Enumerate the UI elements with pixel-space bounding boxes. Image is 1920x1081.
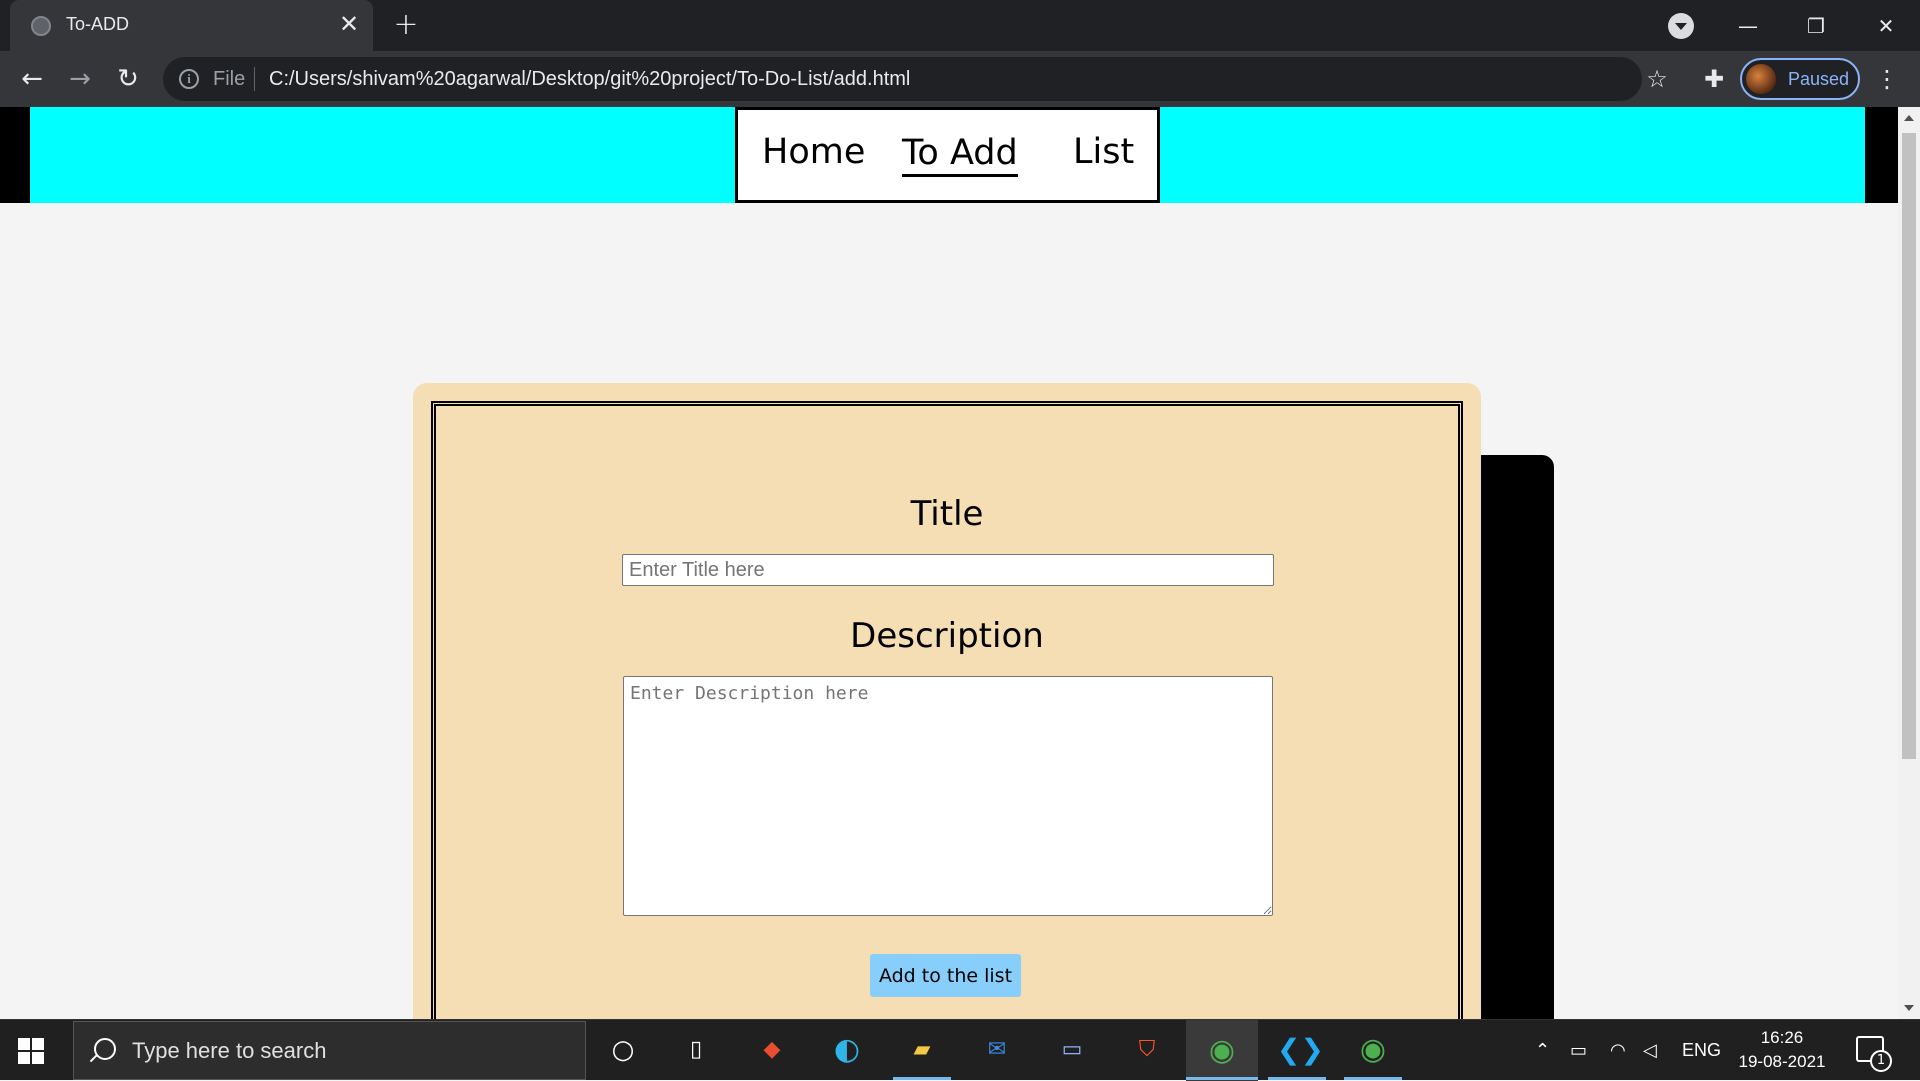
add-todo-card: Title Description Add to the list bbox=[413, 383, 1481, 1019]
notification-count-badge: 1 bbox=[1870, 1050, 1892, 1072]
taskbar-search-box[interactable]: Type here to search bbox=[73, 1021, 586, 1080]
scroll-thumb[interactable] bbox=[1902, 133, 1916, 759]
taskbar-clock[interactable]: 16:26 19-08-2021 bbox=[1728, 1026, 1836, 1074]
profile-status: Paused bbox=[1788, 69, 1850, 89]
profile-button[interactable]: Paused bbox=[1740, 58, 1860, 100]
url-text[interactable]: C:/Users/shivam%20agarwal/Desktop/git%20… bbox=[269, 68, 910, 91]
cortana-icon[interactable]: ○ bbox=[603, 1030, 643, 1070]
nav-to-add-link[interactable]: To Add bbox=[902, 132, 1018, 177]
add-todo-form: Title Description Add to the list bbox=[431, 401, 1463, 1019]
globe-icon bbox=[31, 16, 51, 36]
back-icon[interactable]: ← bbox=[14, 61, 50, 97]
search-icon bbox=[94, 1038, 116, 1060]
scroll-up-icon[interactable] bbox=[1904, 115, 1914, 121]
git-icon[interactable]: ◆ bbox=[752, 1030, 792, 1070]
minimize-icon[interactable]: — bbox=[1728, 8, 1768, 44]
tab-title: To-ADD bbox=[66, 14, 130, 34]
title-input[interactable] bbox=[622, 554, 1274, 586]
title-label: Title bbox=[910, 494, 984, 534]
nav-list-link[interactable]: List bbox=[1073, 132, 1134, 172]
scroll-down-icon[interactable] bbox=[1904, 1005, 1914, 1011]
address-separator bbox=[254, 67, 255, 91]
laptop-icon[interactable]: ▭ bbox=[1052, 1030, 1092, 1070]
file-explorer-icon[interactable]: ▰ bbox=[902, 1030, 942, 1070]
new-tab-button[interactable]: + bbox=[390, 10, 422, 42]
battery-icon[interactable]: ▭ bbox=[1570, 1040, 1587, 1061]
site-nav: Home To Add List bbox=[735, 107, 1160, 203]
chrome-icon[interactable]: ◉ bbox=[1186, 1020, 1258, 1081]
description-label: Description bbox=[850, 616, 1044, 656]
clock-date: 19-08-2021 bbox=[1738, 1052, 1826, 1071]
card-shadow-panel bbox=[1470, 455, 1554, 1019]
page-scrollbar[interactable] bbox=[1898, 107, 1920, 1019]
brave-icon[interactable]: ⛉ bbox=[1127, 1030, 1167, 1070]
browser-toolbar: ← → ↻ i File C:/Users/shivam%20agarwal/D… bbox=[0, 51, 1920, 107]
chrome-icon[interactable]: ◉ bbox=[1353, 1030, 1393, 1070]
avatar bbox=[1746, 64, 1776, 94]
reload-icon[interactable]: ↻ bbox=[110, 61, 146, 97]
task-view-icon[interactable]: ▯ bbox=[676, 1030, 716, 1070]
mail-icon[interactable]: ✉ bbox=[977, 1030, 1017, 1070]
volume-icon[interactable]: ◁ bbox=[1643, 1040, 1657, 1061]
restore-icon[interactable]: ❐ bbox=[1796, 8, 1836, 44]
close-tab-icon[interactable]: ✕ bbox=[336, 11, 362, 37]
taskbar-search-placeholder: Type here to search bbox=[132, 1038, 327, 1063]
add-to-list-button[interactable]: Add to the list bbox=[870, 954, 1021, 997]
file-scheme-label: File bbox=[213, 68, 246, 90]
browser-menu-icon[interactable]: ⋮ bbox=[1872, 62, 1902, 96]
close-window-icon[interactable]: ✕ bbox=[1866, 8, 1906, 44]
tab-search-icon[interactable] bbox=[1668, 13, 1694, 39]
edge-icon[interactable]: ◐ bbox=[827, 1030, 867, 1070]
windows-start-icon[interactable] bbox=[18, 1038, 44, 1064]
forward-icon[interactable]: → bbox=[62, 61, 98, 97]
browser-tab-strip: To-ADD ✕ + — ❐ ✕ bbox=[0, 0, 1920, 51]
clock-time: 16:26 bbox=[1760, 1028, 1804, 1047]
show-hidden-icons-icon[interactable]: ⌃ bbox=[1535, 1040, 1550, 1061]
page-viewport: Home To Add List Title Description Add t… bbox=[0, 107, 1898, 1019]
bookmark-star-icon[interactable]: ☆ bbox=[1639, 57, 1675, 101]
address-bar[interactable]: i File C:/Users/shivam%20agarwal/Desktop… bbox=[163, 57, 1668, 101]
language-indicator[interactable]: ENG bbox=[1682, 1040, 1721, 1061]
nav-home-link[interactable]: Home bbox=[762, 132, 865, 172]
wifi-icon[interactable]: ◠ bbox=[1610, 1040, 1626, 1061]
extensions-puzzle-icon[interactable]: ✚ bbox=[1697, 62, 1731, 96]
vscode-icon[interactable]: ❮❯ bbox=[1277, 1030, 1324, 1070]
info-icon[interactable]: i bbox=[179, 69, 199, 89]
site-header: Home To Add List bbox=[0, 107, 1898, 203]
description-textarea[interactable] bbox=[623, 676, 1273, 916]
browser-tab[interactable]: To-ADD ✕ bbox=[10, 0, 373, 51]
windows-taskbar: Type here to search ○ ▯ ◆ ◐ ▰ ✉ ▭ ⛉ ◉ ❮❯… bbox=[0, 1019, 1920, 1081]
